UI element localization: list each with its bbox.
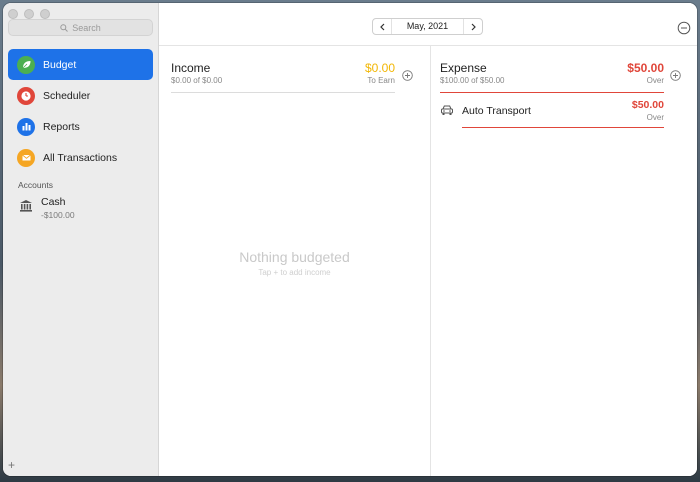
- expense-divider: [440, 92, 664, 93]
- clock-icon: [17, 86, 35, 105]
- search-icon: [60, 23, 69, 32]
- close-window-button[interactable]: [8, 9, 18, 19]
- window-controls: [8, 9, 50, 19]
- search-input[interactable]: Search: [8, 19, 153, 36]
- accounts-heading: Accounts: [18, 180, 53, 190]
- account-name: Cash: [41, 196, 66, 208]
- income-title: Income: [171, 61, 211, 75]
- plus-circle-icon: [402, 70, 413, 81]
- car-icon: [440, 103, 454, 121]
- chevron-left-icon: [379, 23, 384, 30]
- sidebar-item-budget[interactable]: Budget: [8, 49, 153, 80]
- add-income-button[interactable]: [402, 68, 413, 81]
- previous-month-button[interactable]: [373, 19, 391, 34]
- add-expense-button[interactable]: [670, 68, 681, 81]
- sidebar-item-label: All Transactions: [43, 151, 118, 164]
- sidebar-item-reports[interactable]: Reports: [8, 111, 153, 142]
- income-divider: [171, 92, 395, 93]
- income-subtitle: $0.00 of $0.00: [171, 76, 223, 85]
- envelope-icon: [17, 148, 35, 167]
- current-month: May, 2021: [391, 19, 464, 34]
- expense-pane: Expense $100.00 of $50.00 $50.00 Over Au…: [431, 46, 697, 476]
- empty-state-subtitle: Tap + to add income: [258, 268, 331, 277]
- leaf-icon: [17, 55, 35, 74]
- income-pane: Income $0.00 of $0.00 $0.00 To Earn Noth…: [159, 46, 431, 476]
- category-progress-line: [462, 127, 664, 128]
- main-content: May, 2021 Income $0.00 of $0.00 $0.00 To…: [159, 3, 697, 476]
- toolbar: May, 2021: [159, 3, 697, 46]
- income-amount: $0.00: [364, 61, 395, 75]
- sidebar-item-all-transactions[interactable]: All Transactions: [8, 142, 153, 173]
- bar-chart-icon: [17, 117, 35, 136]
- month-navigator: May, 2021: [372, 18, 483, 35]
- minimize-window-button[interactable]: [24, 9, 34, 19]
- account-balance: -$100.00: [41, 210, 75, 220]
- category-status: Over: [646, 113, 664, 122]
- empty-state-title: Nothing budgeted: [239, 249, 350, 265]
- sidebar-item-label: Budget: [43, 58, 77, 71]
- app-window: Search Budget Scheduler Reports All Tran…: [3, 3, 697, 476]
- category-amount: $50.00: [631, 99, 664, 111]
- expense-subtitle: $100.00 of $50.00: [440, 76, 505, 85]
- plus-circle-icon: [670, 70, 681, 81]
- expense-status: Over: [646, 76, 664, 85]
- expense-row-auto-transport[interactable]: Auto Transport $50.00 Over: [431, 96, 697, 132]
- zoom-window-button[interactable]: [40, 9, 50, 19]
- next-month-button[interactable]: [464, 19, 482, 34]
- search-placeholder: Search: [72, 22, 101, 33]
- sidebar-nav: Budget Scheduler Reports All Transaction…: [8, 49, 153, 173]
- sidebar: Search Budget Scheduler Reports All Tran…: [3, 3, 159, 476]
- add-account-button[interactable]: +: [8, 458, 15, 472]
- expense-amount: $50.00: [627, 61, 664, 75]
- sidebar-item-label: Scheduler: [43, 89, 91, 102]
- chevron-right-icon: [471, 23, 476, 30]
- bank-icon: [19, 199, 33, 218]
- sidebar-item-label: Reports: [43, 120, 80, 133]
- sidebar-item-scheduler[interactable]: Scheduler: [8, 80, 153, 111]
- account-item-cash[interactable]: Cash -$100.00: [19, 196, 75, 220]
- collapse-button[interactable]: [677, 21, 691, 35]
- category-name: Auto Transport: [462, 105, 531, 117]
- income-status: To Earn: [367, 76, 395, 85]
- expense-title: Expense: [440, 61, 487, 75]
- minus-circle-icon: [677, 21, 691, 35]
